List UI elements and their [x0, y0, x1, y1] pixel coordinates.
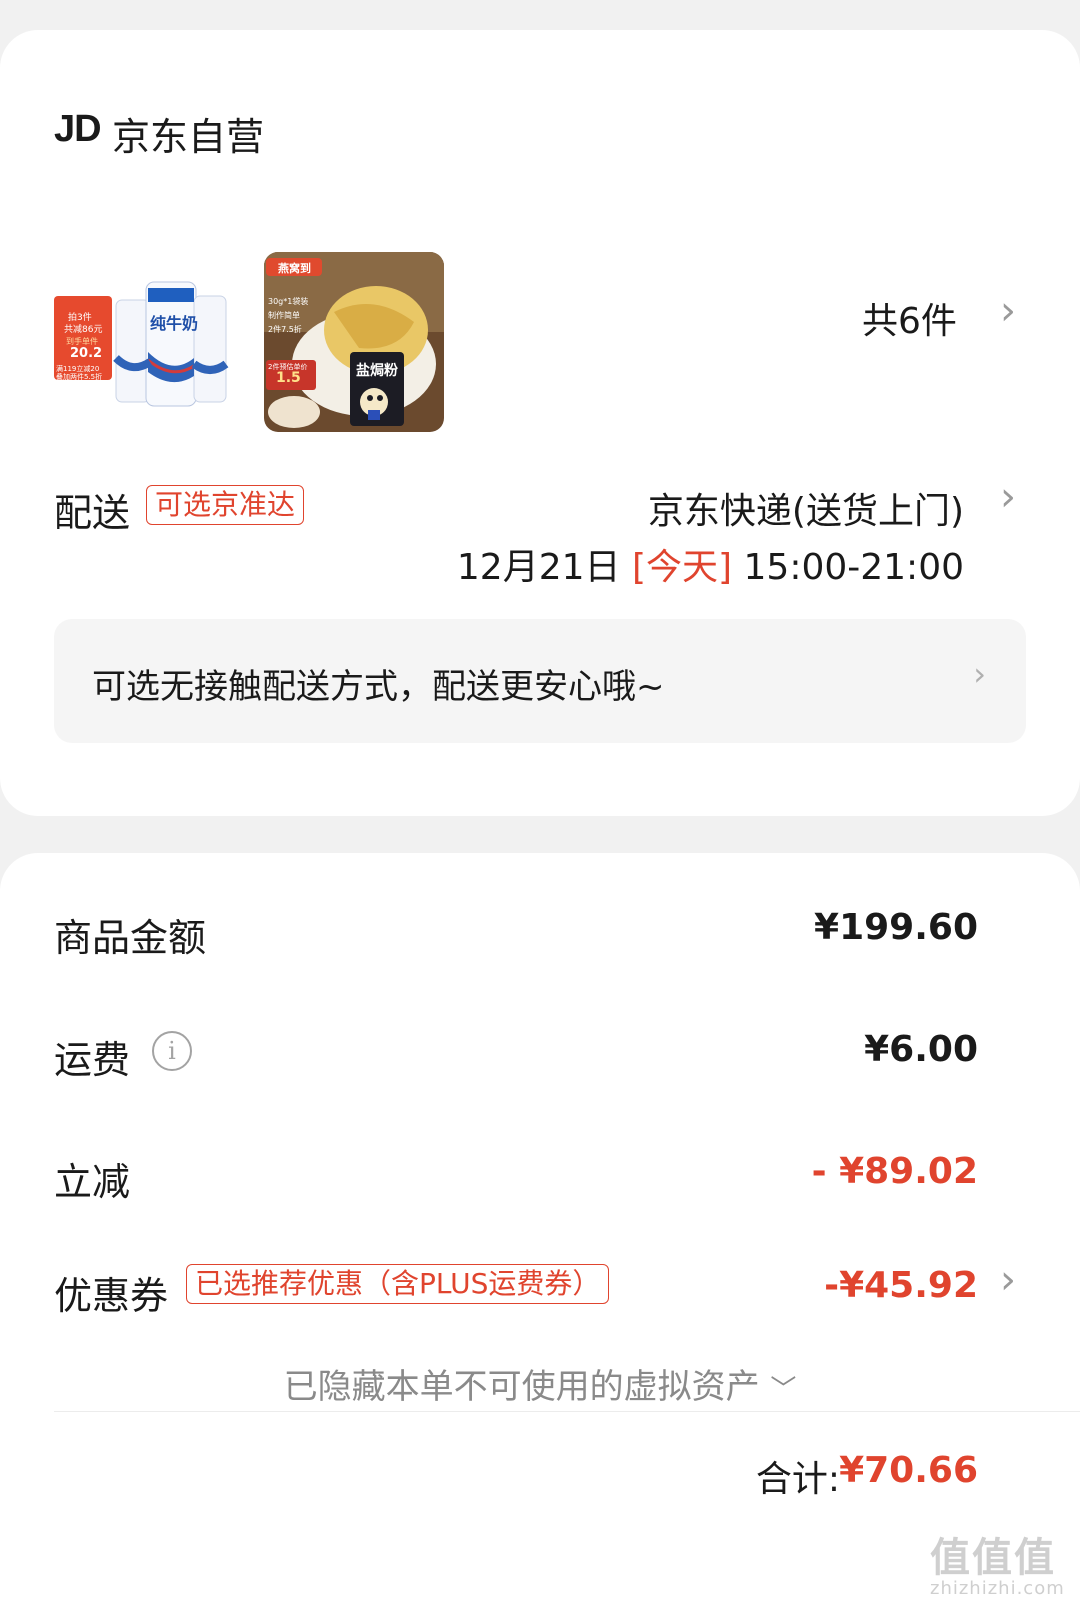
delivery-today: [今天] — [631, 547, 733, 588]
coupon-label: 优惠券 — [54, 1274, 169, 1318]
shipping-label: 运费 — [54, 1038, 131, 1082]
delivery-label: 配送 — [54, 491, 131, 535]
chicken-line3: 2件7.5折 — [268, 325, 302, 334]
total-label: 合计: — [755, 1459, 840, 1500]
chicken-pack-title: 盐焗粉 — [356, 363, 398, 379]
delivery-date: 12月21日 — [456, 547, 621, 588]
coupon-value[interactable]: -¥45.92 — [824, 1265, 978, 1306]
shipping-value: ¥6.00 — [864, 1029, 978, 1070]
hidden-assets-toggle[interactable]: 已隐藏本单不可使用的虚拟资产 ﹀ — [0, 1359, 1080, 1408]
milk-badge-line2: 共减86元 — [64, 325, 103, 335]
delivery-tag[interactable]: 可选京准达 — [146, 485, 305, 525]
shipping-info-icon[interactable]: i — [152, 1031, 192, 1071]
goods-amount-label: 商品金额 — [54, 916, 207, 960]
instant-discount-label: 立减 — [54, 1160, 131, 1204]
watermark-logo: 值值值 — [930, 1535, 1056, 1581]
milk-carton-title: 纯牛奶 — [150, 314, 199, 333]
coupon-tag[interactable]: 已选推荐优惠（含PLUS运费券） — [186, 1264, 610, 1304]
divider — [54, 1411, 1080, 1412]
chicken-price: 1.5 — [276, 370, 301, 386]
contactless-notice[interactable]: 可选无接触配送方式，配送更安心哦~ › — [54, 619, 1026, 743]
item-count-chevron-icon[interactable]: › — [1000, 288, 1016, 334]
price-card: 商品金额 ¥199.60 运费 i ¥6.00 立减 - ¥89.02 优惠券 … — [0, 853, 1080, 1613]
total-value: ¥70.66 — [839, 1450, 978, 1491]
watermark-url: zhizhizhi.com — [930, 1578, 1065, 1599]
jd-logo: JD — [54, 108, 102, 150]
chicken-line1: 30g*1袋装 — [268, 297, 309, 306]
store-name: 京东自营 — [112, 115, 265, 159]
chevron-down-icon: ﹀ — [770, 1375, 797, 1405]
goods-amount-value: ¥199.60 — [814, 907, 978, 948]
coupon-chevron-icon[interactable]: › — [1000, 1257, 1016, 1303]
delivery-chevron-icon[interactable]: › — [1000, 474, 1016, 520]
instant-discount-value: - ¥89.02 — [811, 1151, 978, 1192]
milk-badge-line5: 叠加两件5.5折 — [56, 373, 103, 381]
store-card: JD 京东自营 拍3件 共减86元 到手单件 20.2 满119立减20 叠加两… — [0, 30, 1080, 816]
milk-badge-price: 20.2 — [70, 346, 103, 361]
chicken-line2: 制作简单 — [268, 311, 300, 320]
item-count[interactable]: 共6件 — [862, 292, 957, 344]
product-thumb-milk[interactable]: 拍3件 共减86元 到手单件 20.2 满119立减20 叠加两件5.5折 纯牛… — [54, 280, 234, 440]
product-thumb-chicken[interactable]: 燕窝到 30g*1袋装 制作简单 2件7.5折 2件预估单价 1.5 盐焗粉 — [264, 252, 444, 432]
delivery-method[interactable]: 京东快递(送货上门) — [648, 482, 964, 534]
delivery-window: 15:00-21:00 — [743, 547, 964, 588]
contactless-notice-text: 可选无接触配送方式，配送更安心哦~ — [92, 667, 665, 707]
chicken-brand: 燕窝到 — [278, 262, 311, 275]
hidden-assets-text: 已隐藏本单不可使用的虚拟资产 — [283, 1367, 760, 1407]
delivery-time: 12月21日 [今天] 15:00-21:00 — [457, 538, 964, 590]
notice-chevron-icon: › — [973, 655, 986, 693]
chicken-product-image — [264, 252, 444, 432]
